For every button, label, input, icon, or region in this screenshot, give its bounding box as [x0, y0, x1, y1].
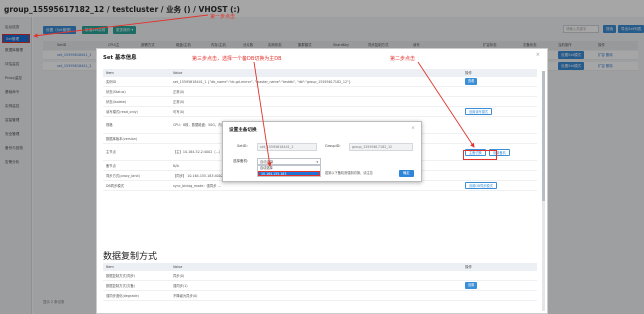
annotation-arrows [33, 14, 475, 167]
arrow-step3 [253, 61, 272, 167]
arrow-step1 [33, 14, 209, 38]
arrow-step2 [417, 61, 475, 148]
